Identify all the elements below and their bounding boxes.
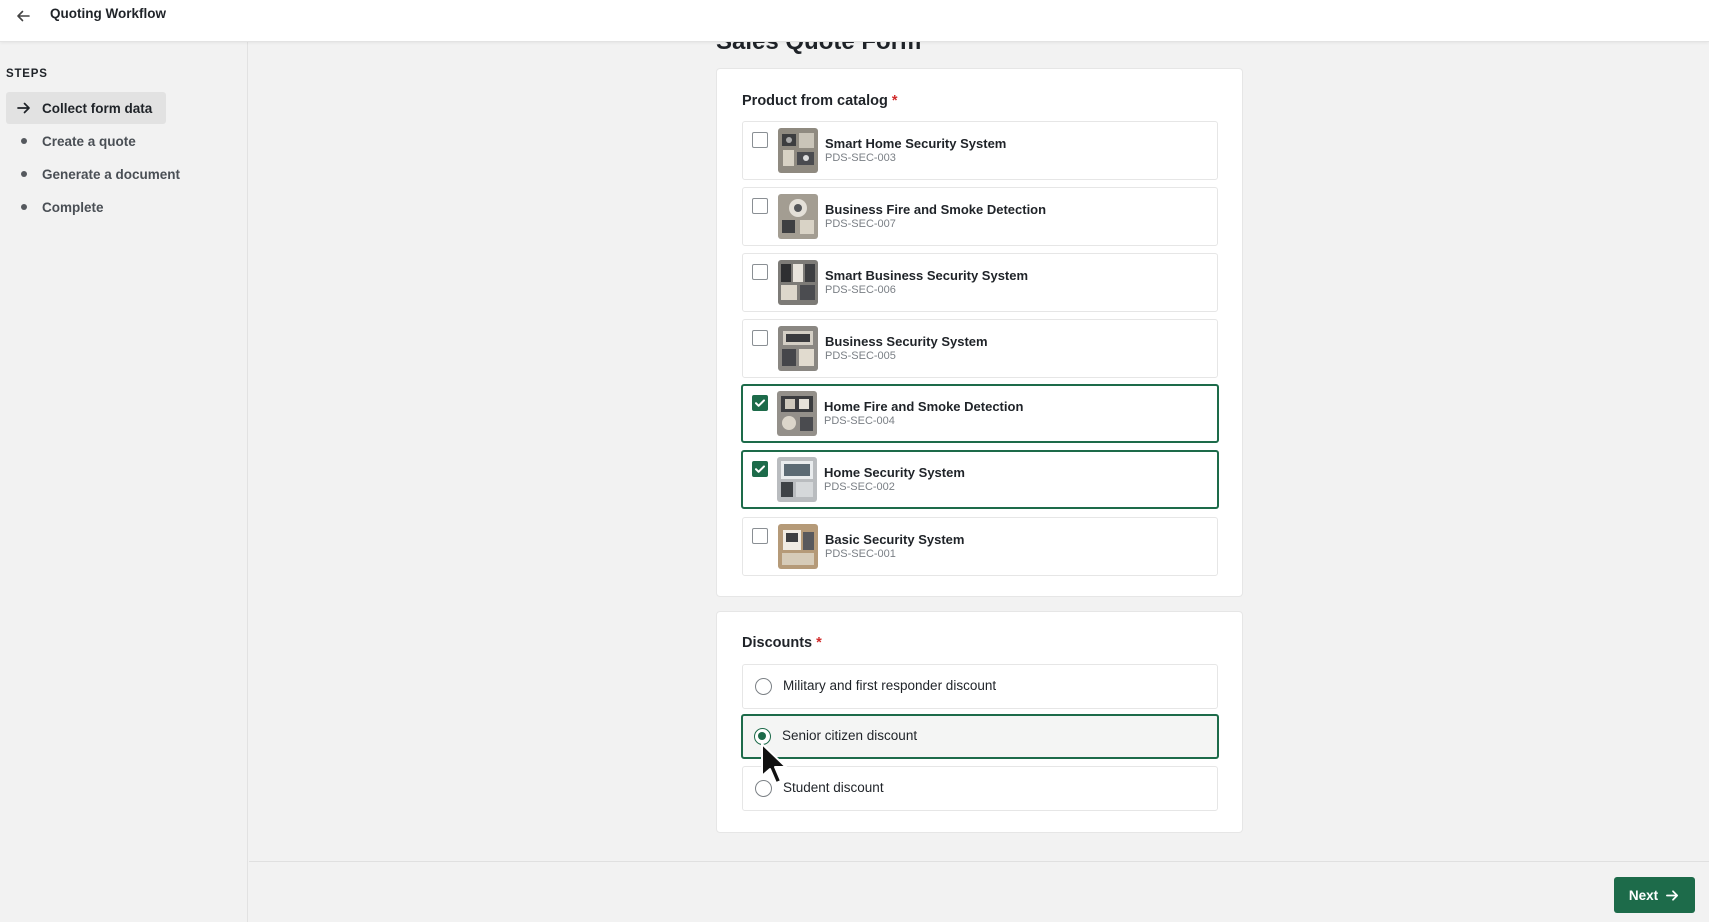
discount-radio[interactable] [755,780,772,797]
product-code: PDS-SEC-004 [824,415,895,427]
arrow-left-icon [17,10,30,22]
product-name: Basic Security System [825,532,965,547]
product-thumbnail [778,524,818,569]
back-button[interactable] [10,4,36,28]
product-code: PDS-SEC-001 [825,548,896,560]
product-thumbnail [778,326,818,371]
discounts-card: Discounts * Military and first responder … [716,611,1243,833]
bullet-icon [21,171,27,177]
product-name: Smart Home Security System [825,136,1007,151]
product-checkbox[interactable] [752,528,768,544]
arrow-right-icon [17,102,30,114]
step-label: Collect form data [42,100,153,116]
bullet-icon [21,204,27,210]
product-checkbox-checked[interactable] [752,461,768,477]
step-label: Complete [42,199,104,215]
required-mark: * [816,635,822,651]
product-checkbox[interactable] [752,264,768,280]
steps-sidebar: STEPS Collect form data Create a quote G… [0,42,248,922]
product-option-pds-sec-006[interactable]: Smart Business Security System PDS-SEC-0… [742,253,1218,312]
next-label: Next [1628,887,1659,903]
product-code: PDS-SEC-002 [824,481,895,493]
top-bar: Quoting Workflow [0,0,1709,42]
product-checkbox[interactable] [752,198,768,214]
bullet-icon [21,138,27,144]
product-option-pds-sec-002[interactable]: Home Security System PDS-SEC-002 [741,450,1219,509]
product-thumbnail [778,128,818,173]
checkmark-icon [755,399,765,407]
product-code: PDS-SEC-006 [825,284,896,296]
discounts-heading: Discounts * [742,635,822,651]
discount-label: Senior citizen discount [782,728,918,743]
product-name: Smart Business Security System [825,268,1029,283]
product-name: Business Fire and Smoke Detection [825,202,1047,217]
product-option-pds-sec-003[interactable]: Smart Home Security System PDS-SEC-003 [742,121,1218,180]
product-checkbox[interactable] [752,132,768,148]
step-generate-a-document[interactable]: Generate a document [6,158,180,190]
footer-divider [249,861,1709,862]
step-label: Generate a document [42,166,181,182]
product-name: Home Security System [824,465,965,480]
step-label: Create a quote [42,133,136,149]
discount-label: Military and first responder discount [783,678,997,693]
discount-radio-selected[interactable] [754,728,771,745]
product-checkbox[interactable] [752,330,768,346]
product-code: PDS-SEC-005 [825,350,896,362]
product-code: PDS-SEC-003 [825,152,896,164]
discounts-label: Discounts [742,635,813,651]
product-option-pds-sec-004[interactable]: Home Fire and Smoke Detection PDS-SEC-00… [741,384,1219,443]
step-complete[interactable]: Complete [6,191,104,223]
product-catalog-label: Product from catalog [742,93,888,109]
step-create-a-quote[interactable]: Create a quote [6,125,136,157]
product-name: Business Security System [825,334,988,349]
discount-radio[interactable] [755,678,772,695]
product-thumbnail [778,260,818,305]
product-thumbnail [777,457,817,502]
discount-option-student[interactable]: Student discount [742,766,1218,811]
product-option-pds-sec-005[interactable]: Business Security System PDS-SEC-005 [742,319,1218,378]
product-code: PDS-SEC-007 [825,218,896,230]
product-option-pds-sec-007[interactable]: Business Fire and Smoke Detection PDS-SE… [742,187,1218,246]
product-name: Home Fire and Smoke Detection [824,399,1024,414]
page-title: Quoting Workflow [50,6,166,21]
product-catalog-card: Product from catalog * Smart Home Securit… [716,68,1243,597]
discount-label: Student discount [783,780,884,795]
discount-option-senior[interactable]: Senior citizen discount [741,714,1219,759]
steps-heading: STEPS [6,68,48,80]
step-collect-form-data[interactable]: Collect form data [6,92,166,124]
product-option-pds-sec-001[interactable]: Basic Security System PDS-SEC-001 [742,517,1218,576]
product-catalog-heading: Product from catalog * [742,93,897,109]
main-content: Sales Quote Form Product from catalog* S… [249,28,1709,922]
next-button[interactable]: Next [1614,877,1695,913]
arrow-right-icon [1666,889,1679,901]
checkmark-icon [755,465,765,473]
product-thumbnail [778,194,818,239]
product-thumbnail [777,391,817,436]
required-mark: * [891,93,898,109]
discount-option-military[interactable]: Military and first responder discount [742,664,1218,709]
product-checkbox-checked[interactable] [752,395,768,411]
